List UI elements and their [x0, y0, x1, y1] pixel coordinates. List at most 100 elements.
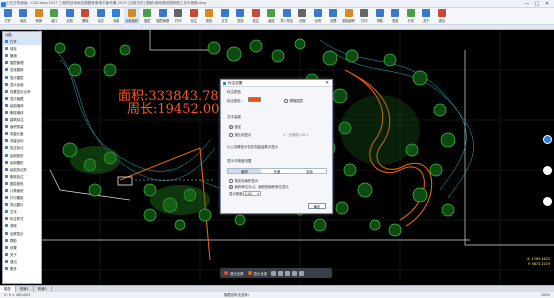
left-panel-item[interactable]: 绘制圆形	[3, 159, 41, 166]
ribbon-button-28[interactable]: 退出	[434, 8, 450, 25]
exit-fullscreen-button[interactable]: 退出全屏	[230, 271, 244, 276]
left-panel-item[interactable]: 全屏显示	[3, 230, 41, 237]
layout-tab-bar: 模型 布局1 布局2	[0, 285, 554, 292]
color-swatch[interactable]	[248, 97, 261, 102]
dialog-tab-0[interactable]: 面积	[228, 169, 261, 174]
left-panel-item[interactable]: 面积测量	[3, 123, 41, 130]
ribbon-button-1[interactable]: 保存	[16, 8, 32, 25]
ribbon-button-21[interactable]: 全屏	[326, 8, 342, 25]
actual-area-option[interactable]: 按实际面积显示	[229, 178, 258, 183]
ribbon-button-15[interactable]: 查找	[233, 8, 249, 25]
left-panel-item[interactable]: 显示图层	[3, 73, 41, 80]
unit-area-option[interactable]: 面积单位为㎡，面积按面积单位显示	[229, 184, 289, 189]
left-panel-item[interactable]: 清除	[3, 222, 41, 229]
left-panel-item[interactable]: 设置显示比例	[3, 88, 41, 95]
ribbon-button-12[interactable]: 标注	[186, 8, 202, 25]
left-panel-item[interactable]: 显示隐藏	[3, 95, 41, 102]
ribbon-button-8[interactable]: 测量面积	[124, 8, 140, 25]
left-item-icon	[5, 210, 8, 214]
dialog-tab-1[interactable]: 长度	[260, 169, 294, 174]
by-scale-radio[interactable]	[229, 133, 233, 137]
left-panel-item[interactable]: 图层颜色	[3, 180, 41, 187]
zoom-icon[interactable]	[278, 270, 284, 276]
left-panel-item[interactable]: 标注样式	[3, 215, 41, 222]
exit-fullscreen-icon[interactable]	[224, 271, 228, 275]
left-panel-item[interactable]: 删除墙体	[3, 109, 41, 116]
ribbon-button-22[interactable]: 图幅面积	[341, 8, 357, 25]
ribbon-button-17[interactable]: 画线	[264, 8, 280, 25]
ribbon-button-18[interactable]: 导入导出	[279, 8, 295, 25]
ribbon-button-23[interactable]: 打印	[357, 8, 373, 25]
ribbon-button-13[interactable]: 颜色	[202, 8, 218, 25]
fixed-option[interactable]: 固定	[229, 124, 241, 129]
ribbon-icon-0	[3, 9, 12, 17]
show-all-icon[interactable]	[247, 271, 252, 275]
ribbon-button-6[interactable]: 合并	[93, 8, 109, 25]
pan-icon[interactable]	[285, 270, 291, 276]
follow-layer-radio[interactable]	[284, 99, 288, 103]
ribbon-button-2[interactable]: 转换	[31, 8, 47, 25]
measure-icon[interactable]	[292, 270, 298, 276]
ribbon-button-5[interactable]: 删除	[78, 8, 94, 25]
by-scale-option[interactable]: 按比例显示	[229, 132, 251, 137]
help-icon[interactable]	[542, 135, 552, 144]
actual-area-radio[interactable]	[229, 179, 233, 183]
left-panel-item[interactable]: 删除批注	[3, 173, 41, 180]
left-panel-item[interactable]: 绘制多边形	[3, 166, 41, 173]
left-panel-item[interactable]: 显示全部	[3, 81, 41, 88]
ribbon-button-7[interactable]: 测量	[109, 8, 125, 25]
left-panel-item[interactable]: 导出图片	[3, 201, 41, 208]
left-panel-item[interactable]: 更多	[3, 265, 41, 272]
left-panel-item[interactable]: 文字	[3, 208, 41, 215]
left-panel-item[interactable]: 绘制墙体	[3, 102, 41, 109]
follow-layer-option[interactable]: 跟随图层	[284, 98, 303, 103]
ribbon-button-24[interactable]: 帮助	[372, 8, 388, 25]
left-panel-item[interactable]: 撤销	[3, 52, 41, 59]
left-panel-item[interactable]: 测量长度	[3, 130, 41, 137]
ribbon-button-26[interactable]: 分享	[403, 8, 419, 25]
precision-select[interactable]: 0.00 ▾	[243, 191, 261, 196]
ribbon-button-4[interactable]: 比较	[62, 8, 78, 25]
left-panel-item[interactable]: 图层管理	[3, 59, 41, 66]
cloud-icon[interactable]	[542, 166, 552, 175]
fixed-radio[interactable]	[229, 125, 233, 129]
left-panel-item[interactable]: 绘制矩形	[3, 152, 41, 159]
ribbon-button-11[interactable]: 打印	[171, 8, 187, 25]
ribbon-button-25[interactable]: 登录	[388, 8, 404, 25]
ribbon-button-10[interactable]: 图层管理	[155, 8, 171, 25]
close-button[interactable]: ✕	[542, 0, 552, 8]
show-all-button[interactable]: 显示全部	[254, 271, 268, 276]
left-panel-item[interactable]: 设置	[3, 244, 41, 251]
ribbon-button-16[interactable]: 批注	[248, 8, 264, 25]
maximize-button[interactable]: □	[532, 0, 542, 8]
left-item-icon	[5, 103, 8, 107]
ribbon-button-20[interactable]: 比例	[310, 8, 326, 25]
ribbon-button-3[interactable]: 窗口	[47, 8, 63, 25]
left-panel-item[interactable]: 帮助	[3, 237, 41, 244]
left-panel-item[interactable]: 计算面积	[3, 187, 41, 194]
left-panel-item[interactable]: 测量坐标	[3, 137, 41, 144]
ribbon-button-0[interactable]: 打开	[0, 8, 16, 25]
left-panel-item[interactable]: 打开	[3, 38, 41, 46]
unit-area-radio[interactable]	[229, 185, 233, 189]
left-panel-item[interactable]: 打印图纸	[3, 194, 41, 201]
minimize-button[interactable]: —	[522, 0, 532, 8]
left-panel-item[interactable]: 批注标记	[3, 144, 41, 151]
left-panel-item[interactable]: 关于	[3, 251, 41, 258]
left-item-icon	[5, 132, 8, 136]
left-panel-item[interactable]: 查找替换	[3, 66, 41, 73]
copy-icon[interactable]	[271, 270, 277, 276]
ok-button[interactable]: 确定	[308, 203, 326, 209]
ribbon-button-9[interactable]: 图层	[140, 8, 156, 25]
ribbon-button-19[interactable]: 设置	[295, 8, 311, 25]
dialog-tab-2[interactable]: 坐标	[293, 169, 327, 174]
left-panel-item[interactable]: 建筑标注	[3, 116, 41, 123]
user-icon[interactable]	[542, 197, 552, 206]
dialog-close-icon[interactable]: ✕	[325, 80, 329, 87]
left-panel-item[interactable]: 保存	[3, 45, 41, 52]
ribbon-button-14[interactable]: 文字	[217, 8, 233, 25]
left-panel-item[interactable]: 退出	[3, 258, 41, 265]
ribbon-label-9: 图层	[144, 19, 151, 23]
settings-icon[interactable]	[299, 270, 305, 276]
ribbon-button-27[interactable]: 关于	[419, 8, 435, 25]
